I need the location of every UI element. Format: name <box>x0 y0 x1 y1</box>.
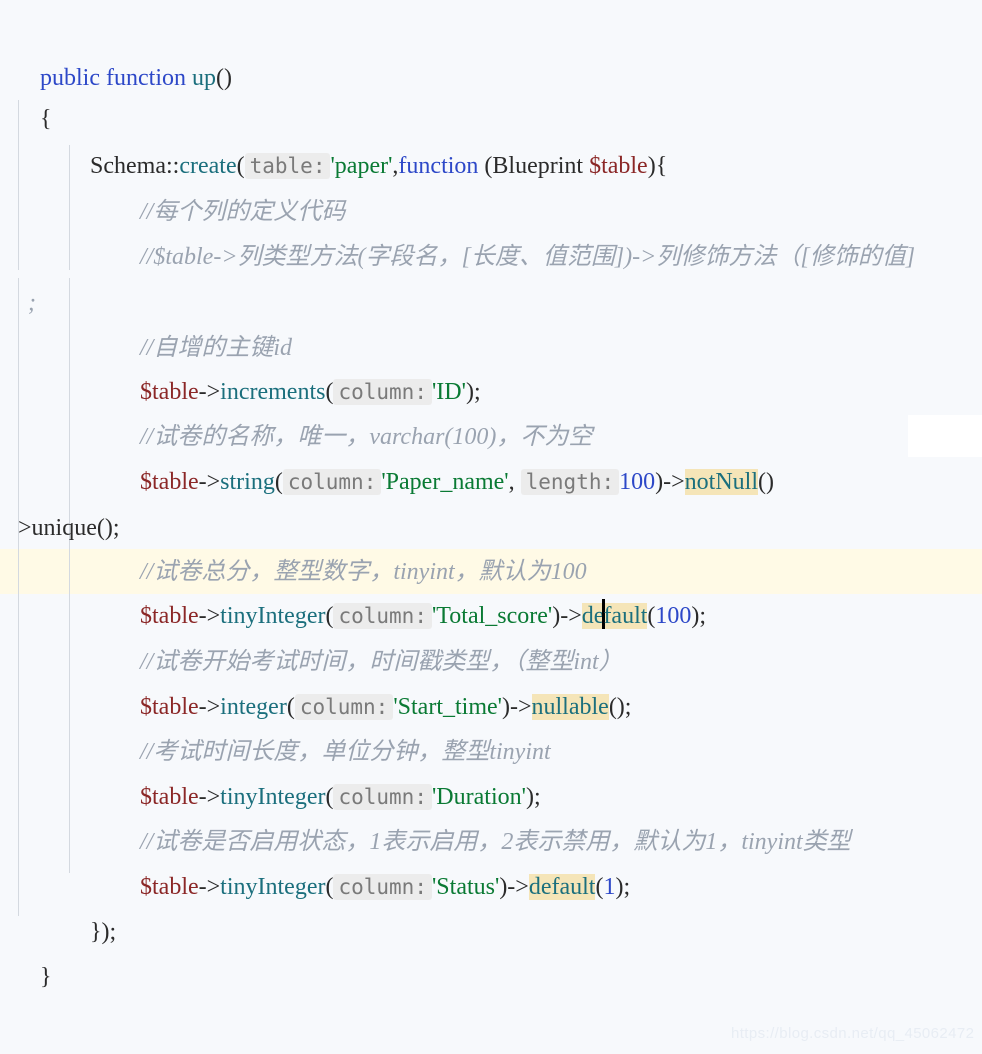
code-line-9-comment[interactable]: //试卷的名称，唯一，varchar(100)，不为空 <box>116 370 592 450</box>
variable-table: $table <box>140 469 199 495</box>
string-status: 'Status' <box>431 874 500 900</box>
keyword-function-closure: function <box>398 153 479 179</box>
comment-text: //$table->列类型方法(字段名，[长度、值范围])->列修饰方法（[修饰… <box>140 244 916 270</box>
code-line-5-comment[interactable]: //$table->列类型方法(字段名，[长度、值范围])->列修饰方法（[修饰… <box>116 190 915 270</box>
code-line-14-comment[interactable]: //试卷开始考试时间，时间戳类型，（整型int） <box>116 595 623 675</box>
code-line-17[interactable]: $table->tinyInteger(column: 'Duration'); <box>116 730 541 810</box>
close-brace: } <box>40 964 52 990</box>
param-hint-length: length: <box>520 469 620 495</box>
code-line-1[interactable]: public function up() <box>16 11 232 91</box>
arrow-operator: -> <box>198 469 221 495</box>
number-100: 100 <box>619 469 656 495</box>
code-line-3[interactable]: Schema::create(table:'paper',function (B… <box>66 99 667 179</box>
method-default-highlighted: default <box>528 874 596 900</box>
wrapped-continuation: ; <box>28 290 36 316</box>
code-line-2[interactable]: { <box>16 52 52 132</box>
code-line-22-doc-comment[interactable]: /** <box>18 1000 73 1045</box>
watermark-text: https://blog.csdn.net/qq_45062472 <box>731 1025 975 1042</box>
number-100: 100 <box>655 603 692 629</box>
number-1: 1 <box>603 874 616 900</box>
code-line-4-comment[interactable]: //每个列的定义代码 <box>116 145 345 225</box>
type-blueprint: Blueprint <box>492 153 584 179</box>
indent-guide-level1-b <box>18 278 19 916</box>
closure-close: }); <box>90 919 117 945</box>
code-line-19[interactable]: $table->tinyInteger(column: 'Status')->de… <box>116 820 630 900</box>
method-tinyinteger: tinyInteger <box>220 874 326 900</box>
variable-table: $table <box>140 874 199 900</box>
param-hint-column: column: <box>333 874 432 900</box>
arrow-operator: -> <box>198 874 221 900</box>
code-line-7-comment[interactable]: //自增的主键id <box>116 281 292 361</box>
code-line-18-comment[interactable]: //试卷是否启用状态，1表示启用，2表示禁用，默认为1，tinyint类型 <box>116 775 851 855</box>
open-brace: { <box>40 106 52 132</box>
inlay-hint-box <box>908 415 982 457</box>
method-string: string <box>220 469 275 495</box>
method-notnull-highlighted: notNull <box>684 469 759 495</box>
code-line-20[interactable]: }); <box>66 865 116 945</box>
code-line-6-wrapped[interactable]: ; <box>4 236 36 316</box>
code-line-21[interactable]: } <box>16 910 52 990</box>
code-line-12-comment[interactable]: //试卷总分，整型数字，tinyint，默认为100 <box>116 505 587 585</box>
parens: () <box>215 65 232 91</box>
keyword-function: function <box>106 65 186 91</box>
code-line-8[interactable]: $table->increments(column: 'ID'); <box>116 325 481 405</box>
code-line-16-comment[interactable]: //考试时间长度，单位分钟，整型tinyint <box>116 685 551 765</box>
code-line-13[interactable]: $table->tinyInteger(column: 'Total_score'… <box>116 549 706 629</box>
code-editor[interactable]: public function up() { Schema::create(ta… <box>0 0 982 1054</box>
watermark: https://blog.csdn.net/qq_45062472 <box>731 1025 974 1042</box>
function-name-up: up <box>191 65 216 91</box>
code-line-15[interactable]: $table->integer(column: 'Start_time')->nu… <box>116 640 631 720</box>
code-line-11-wrapped[interactable]: >unique(); <box>0 461 120 541</box>
param-hint-column: column: <box>282 469 382 495</box>
code-line-10[interactable]: $table->string(column: 'Paper_name', leng… <box>116 415 774 495</box>
variable-table: $table <box>589 153 648 179</box>
indent-guide-level2-b <box>69 278 70 873</box>
string-paper-name: 'Paper_name' <box>381 469 509 495</box>
wrapped-unique-call: >unique(); <box>18 515 120 541</box>
